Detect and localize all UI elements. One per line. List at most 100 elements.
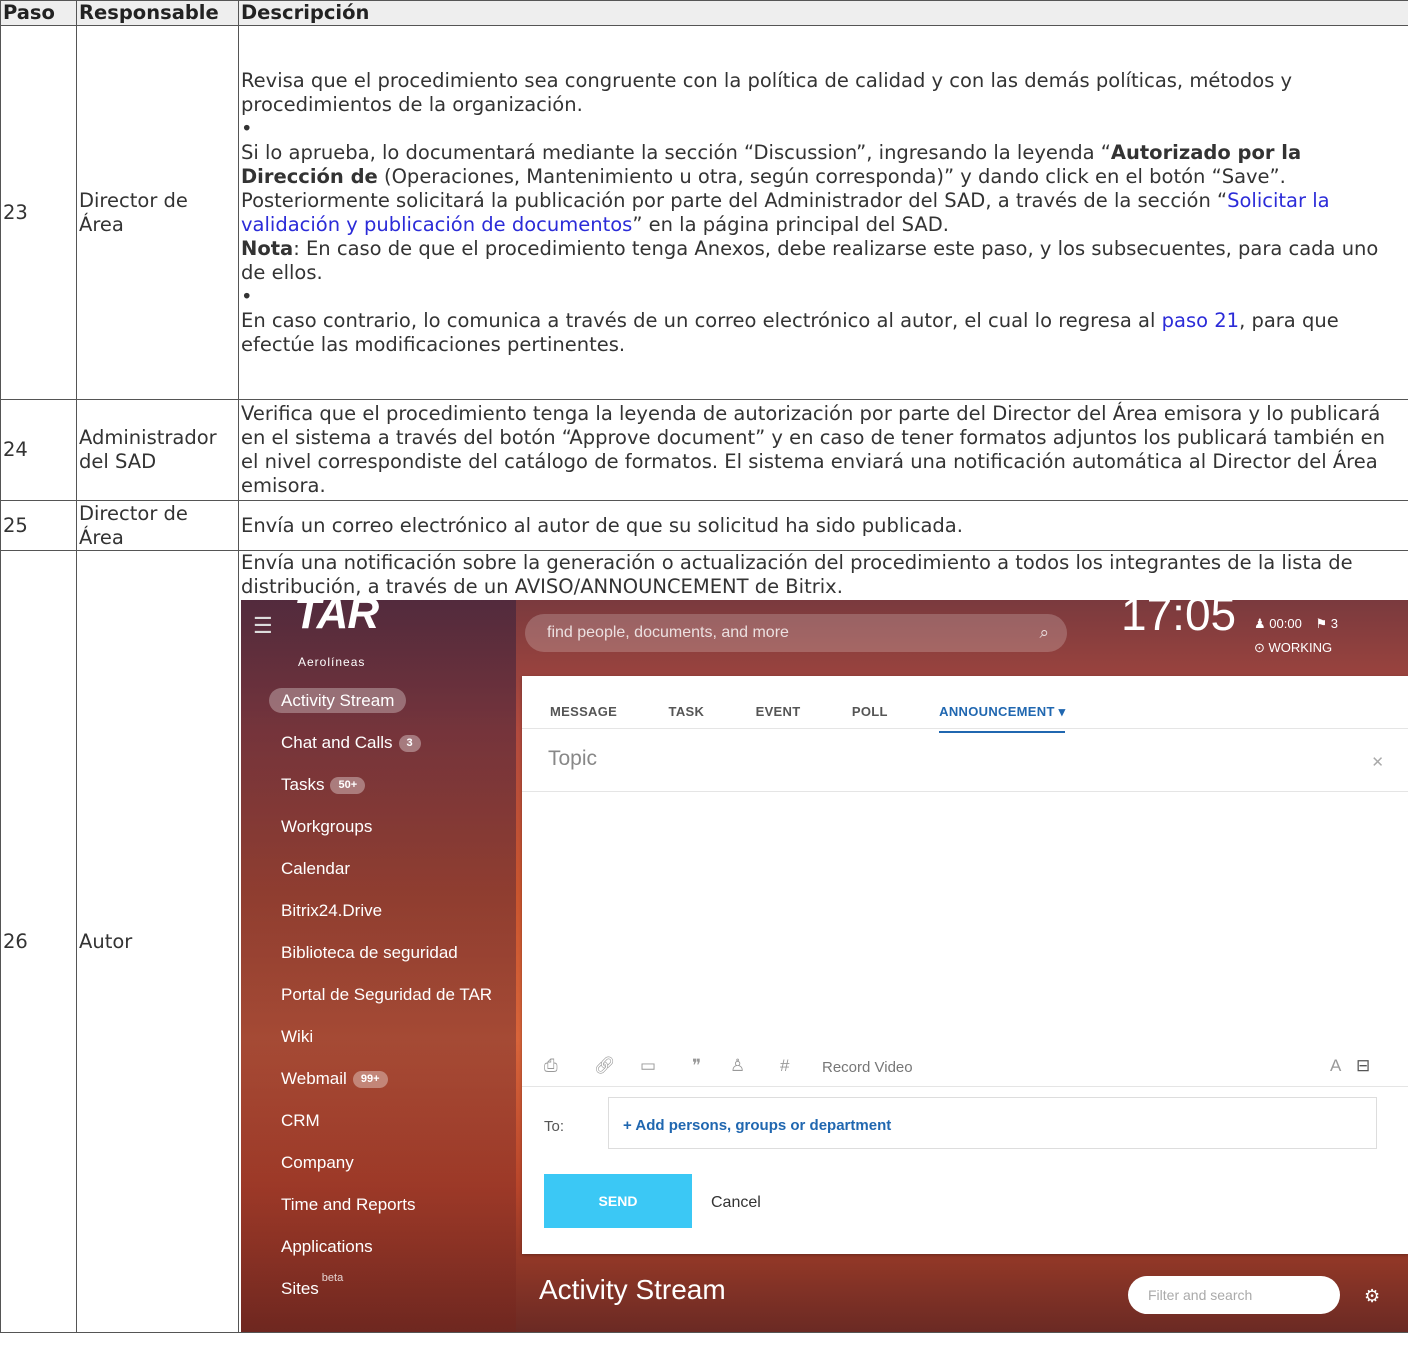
sidebar-item-label: Time and Reports (281, 1195, 416, 1214)
sidebar-item[interactable]: Sitesbeta (269, 1268, 492, 1310)
paragraph: En caso contrario, lo comunica a través … (241, 309, 1406, 357)
add-recipients-link[interactable]: + Add persons, groups or department (623, 1114, 891, 1138)
table-row: 24 Administrador del SAD Verifica que el… (0, 399, 1408, 501)
sidebar-item-label: Applications (281, 1237, 373, 1256)
gear-icon[interactable]: ⚙ (1364, 1284, 1380, 1308)
step-owner: Administrador del SAD (76, 399, 239, 501)
search-icon[interactable]: ⌕ (1039, 614, 1049, 652)
filter-input[interactable]: Filter and search (1128, 1276, 1340, 1314)
sidebar-item[interactable]: Workgroups (269, 806, 492, 848)
tab-message[interactable]: MESSAGE (550, 694, 617, 731)
table-row: 26 Autor Envía una notificación sobre la… (0, 550, 1408, 1333)
note-label: Nota (241, 236, 294, 260)
sidebar-item-label: Bitrix24.Drive (281, 901, 383, 920)
editor-toolbar: ⎙ 🔗︎ ▭ ❞ ♙ # Record Video A ⊟ (522, 1044, 1408, 1084)
search-placeholder: find people, documents, and more (547, 624, 789, 641)
sidebar-nav: Activity Stream Chat and Calls 3 Tasks 50+ Wo… (269, 680, 492, 1310)
quote-icon[interactable]: ❞ (692, 1054, 701, 1078)
col-header-responsable: Responsable (76, 0, 239, 26)
sidebar-item[interactable]: Tasks 50+ (269, 764, 492, 806)
chevron-down-icon: ▾ (1058, 704, 1066, 719)
text-span: : En caso de que el procedimiento tenga … (241, 236, 1379, 284)
hamburger-menu-icon[interactable]: ☰ (253, 614, 273, 638)
file-icon[interactable]: ⎙ (544, 1054, 558, 1078)
sidebar-item-label: Calendar (281, 859, 350, 878)
table-row: 23 Director de Área Revisa que el proced… (0, 25, 1408, 400)
step-description: Envía un correo electrónico al autor de … (238, 500, 1408, 551)
step-number: 25 (0, 500, 77, 551)
sidebar-item-label: Tasks (281, 775, 325, 794)
topic-field[interactable]: Topic ✕ (522, 728, 1408, 792)
record-video-button[interactable]: Record Video (822, 1056, 913, 1080)
sidebar-item[interactable]: Portal de Seguridad de TAR (269, 974, 492, 1016)
send-button[interactable]: SEND (544, 1174, 692, 1228)
close-icon[interactable]: ✕ (1371, 751, 1384, 775)
recipients-row: To: + Add persons, groups or department (522, 1086, 1408, 1159)
sidebar-item[interactable]: CRM (269, 1100, 492, 1142)
text-span: (Operaciones, Mantenimiento u otra, segú… (241, 164, 1286, 212)
text-span: Si lo aprueba, lo documentará mediante l… (241, 140, 1111, 164)
activity-stream-title: Activity Stream (539, 1274, 726, 1305)
to-label: To: (544, 1118, 565, 1135)
paragraph: Revisa que el procedimiento sea congruen… (241, 68, 1293, 116)
beta-label: beta (321, 1272, 344, 1284)
step-number: 24 (0, 399, 77, 501)
logo-subtitle: Aerolíneas (298, 655, 366, 669)
status-label: WORKING (1268, 640, 1333, 655)
tab-poll[interactable]: POLL (852, 694, 888, 731)
col-header-descripcion: Descripción (238, 0, 1408, 26)
col-header-paso: Paso (0, 0, 77, 26)
tab-event[interactable]: EVENT (756, 694, 801, 731)
sidebar-item[interactable]: Chat and Calls 3 (269, 722, 492, 764)
sidebar-item[interactable]: Wiki (269, 1016, 492, 1058)
count-badge: 3 (398, 735, 421, 753)
bullet-icon: • (241, 116, 253, 140)
tab-label: ANNOUNCEMENT (939, 704, 1055, 719)
paragraph: Si lo aprueba, lo documentará mediante l… (241, 141, 1406, 237)
procedure-table: Paso Responsable Descripción 23 Director… (0, 0, 1408, 1333)
sidebar-item[interactable]: Time and Reports (269, 1184, 492, 1226)
sidebar-item-label: CRM (281, 1111, 320, 1130)
note-paragraph: Nota: En caso de que el procedimiento te… (241, 237, 1406, 285)
sidebar-item[interactable]: Biblioteca de seguridad (269, 932, 492, 974)
hashtag-icon[interactable]: # (780, 1054, 789, 1078)
sidebar-item[interactable]: Activity Stream (269, 680, 492, 722)
text-format-icon[interactable]: A (1330, 1054, 1341, 1078)
work-status[interactable]: ⊙ WORKING (1254, 636, 1332, 660)
recipients-field[interactable]: + Add persons, groups or department (608, 1097, 1377, 1149)
step-21-link[interactable]: paso 21 (1162, 309, 1239, 332)
clock: 17:05 (1121, 600, 1237, 640)
step-owner: Director de Área (76, 500, 239, 551)
video-icon[interactable]: ▭ (640, 1054, 656, 1078)
count-badge: 99+ (352, 1071, 388, 1089)
sidebar-item-label: Workgroups (281, 817, 373, 836)
sidebar-item[interactable]: Company (269, 1142, 492, 1184)
topic-placeholder: Topic (548, 747, 598, 770)
sidebar-item[interactable]: Webmail 99+ (269, 1058, 492, 1100)
sidebar-item-label: Company (281, 1153, 354, 1172)
sidebar-item[interactable]: Bitrix24.Drive (269, 890, 492, 932)
tar-logo: TAR (294, 600, 379, 638)
timer-icon: ♟ (1254, 616, 1266, 631)
flag-icon: ⚑ (1315, 616, 1328, 631)
status-icon: ⊙ (1254, 640, 1265, 655)
sidebar-item-label: Wiki (281, 1027, 314, 1046)
bitrix-screenshot: ☰ TAR Aerolíneas Activity Stream Chat and… (241, 600, 1408, 1332)
tab-task[interactable]: TASK (669, 694, 705, 731)
sidebar-item[interactable]: Applications (269, 1226, 492, 1268)
flag-count: 3 (1330, 616, 1338, 631)
step-description: Verifica que el procedimiento tenga la l… (238, 399, 1408, 501)
mention-icon[interactable]: ♙ (730, 1054, 745, 1078)
post-form: MESSAGE TASK EVENT POLL ANNOUNCEMENT ▾ T… (522, 676, 1408, 1254)
text-span: En caso contrario, lo comunica a través … (241, 308, 1162, 332)
sidebar-item[interactable]: Calendar (269, 848, 492, 890)
search-input[interactable]: find people, documents, and more ⌕ (525, 614, 1067, 652)
editor-toggle-icon[interactable]: ⊟ (1356, 1054, 1370, 1078)
sidebar-item-label: Sites (281, 1279, 319, 1298)
count-badge: 50+ (330, 777, 366, 795)
link-icon[interactable]: 🔗︎ (594, 1054, 616, 1078)
table-header-row: Paso Responsable Descripción (0, 0, 1408, 26)
step-description: Revisa que el procedimiento sea congruen… (238, 25, 1408, 400)
bullet-icon: • (241, 284, 253, 308)
cancel-button[interactable]: Cancel (711, 1191, 761, 1215)
